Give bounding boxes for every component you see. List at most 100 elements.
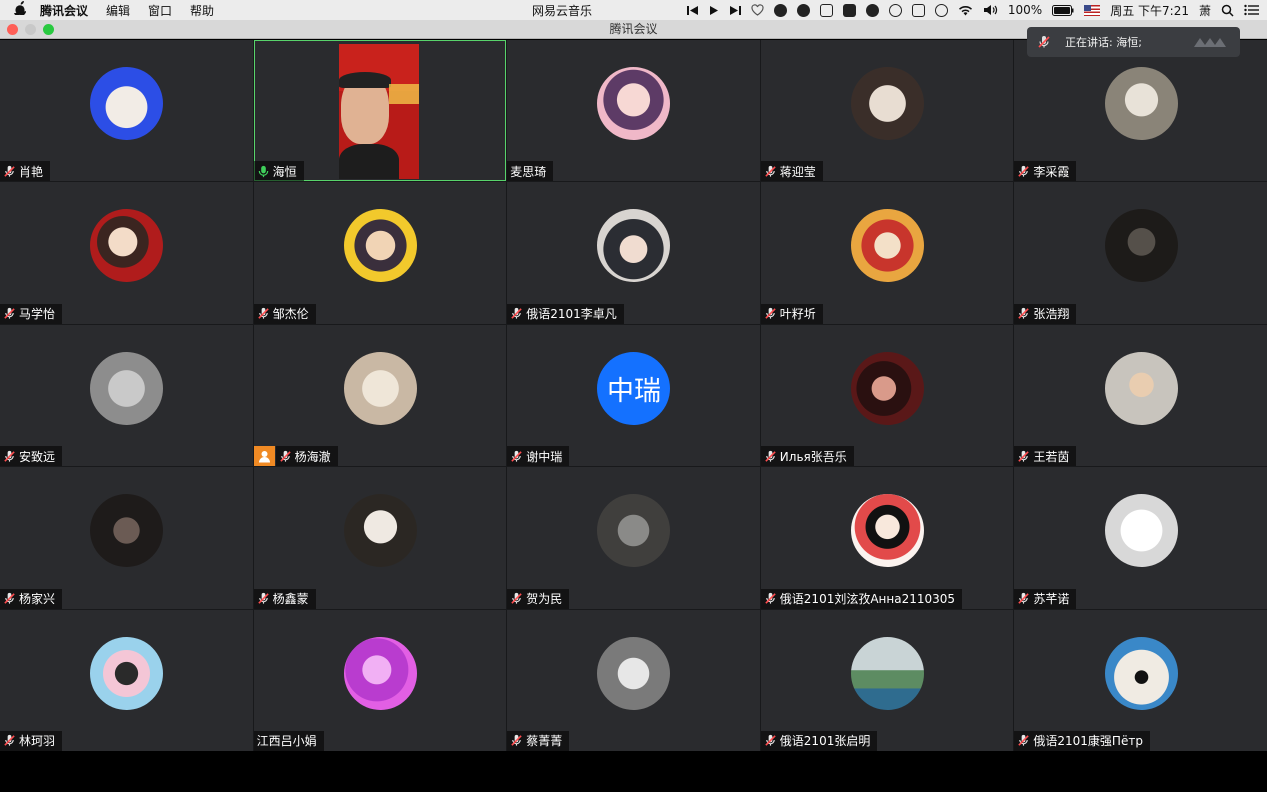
wechat-icon[interactable] bbox=[865, 3, 879, 17]
participant-avatar bbox=[1104, 494, 1178, 568]
participant-video bbox=[338, 44, 419, 179]
menu-help[interactable]: 帮助 bbox=[190, 2, 214, 19]
heart-icon[interactable] bbox=[751, 4, 764, 16]
participant-avatar bbox=[1104, 67, 1178, 140]
fullscreen-window-button[interactable] bbox=[43, 24, 54, 35]
participant-tile[interactable]: 张浩翔 bbox=[1014, 182, 1267, 324]
volume-icon[interactable] bbox=[983, 4, 998, 16]
participant-name: 蔡菁菁 bbox=[526, 734, 563, 749]
participant-name: 林珂羽 bbox=[19, 734, 56, 749]
qq-icon[interactable] bbox=[796, 3, 810, 17]
muted-mic-icon[interactable] bbox=[3, 592, 16, 605]
participant-avatar bbox=[343, 636, 417, 710]
muted-mic-icon[interactable] bbox=[510, 450, 523, 463]
participant-tile[interactable]: 中瑞 谢中瑞 bbox=[507, 324, 760, 467]
participant-name-tag: 肖艳 bbox=[0, 161, 51, 182]
participant-name: 麦思琦 bbox=[510, 164, 547, 179]
muted-mic-icon[interactable] bbox=[1017, 450, 1030, 463]
netease-music-icon[interactable] bbox=[773, 3, 787, 17]
muted-mic-icon[interactable] bbox=[764, 307, 777, 320]
participant-avatar bbox=[1104, 351, 1178, 425]
wifi-icon[interactable] bbox=[958, 4, 973, 16]
mic-on-icon[interactable] bbox=[257, 165, 270, 178]
participant-name: 苏芊诺 bbox=[1033, 592, 1070, 607]
participant-tile[interactable]: 林珂羽 bbox=[0, 609, 253, 751]
participant-tile[interactable]: 杨家兴 bbox=[0, 467, 253, 609]
muted-mic-icon[interactable] bbox=[510, 592, 523, 605]
participant-tile[interactable]: 杨海澈 bbox=[253, 324, 507, 467]
participant-tile[interactable]: 江西吕小娟 bbox=[253, 609, 507, 751]
participant-avatar bbox=[597, 67, 671, 140]
close-window-button[interactable] bbox=[7, 24, 18, 35]
participant-tile[interactable]: 苏芊诺 bbox=[1014, 467, 1267, 609]
muted-mic-icon[interactable] bbox=[510, 734, 523, 747]
participant-tile[interactable]: 李采霞 bbox=[1014, 40, 1267, 182]
minimize-window-button[interactable] bbox=[25, 24, 36, 35]
participant-tile[interactable]: 蔡菁菁 bbox=[507, 609, 760, 751]
input-method[interactable]: 萧 bbox=[1199, 2, 1211, 19]
now-playing-label[interactable]: 网易云音乐 bbox=[532, 2, 592, 19]
muted-mic-icon[interactable] bbox=[1017, 165, 1030, 178]
muted-mic-icon[interactable] bbox=[764, 592, 777, 605]
menu-app-name[interactable]: 腾讯会议 bbox=[40, 2, 88, 19]
clock[interactable]: 周五 下午7:21 bbox=[1110, 2, 1189, 19]
menu-window[interactable]: 窗口 bbox=[148, 2, 172, 19]
window-title: 腾讯会议 bbox=[609, 22, 658, 36]
participant-name-tag: 叶籽圻 bbox=[760, 303, 823, 324]
participant-tile[interactable]: 海恒 bbox=[253, 40, 507, 182]
creative-cloud-icon[interactable] bbox=[888, 3, 902, 17]
participant-name: 贺为民 bbox=[526, 592, 563, 607]
control-center-icon[interactable] bbox=[1244, 4, 1259, 16]
muted-mic-icon[interactable] bbox=[1017, 734, 1030, 747]
previous-track-icon[interactable] bbox=[686, 5, 699, 16]
participant-tile[interactable]: 俄语2101康强Пётр bbox=[1014, 609, 1267, 751]
airplay-icon[interactable] bbox=[911, 3, 925, 17]
participant-name: Илья张吾乐 bbox=[779, 449, 847, 464]
participant-tile[interactable]: 马学怡 bbox=[0, 182, 253, 324]
speaking-text: 正在讲话: 海恒; bbox=[1065, 36, 1142, 49]
participant-name-tag: 苏芊诺 bbox=[1014, 588, 1077, 609]
participant-tile[interactable]: 安致远 bbox=[0, 324, 253, 467]
next-track-icon[interactable] bbox=[729, 5, 741, 16]
participant-name-tag: 李采霞 bbox=[1014, 161, 1077, 182]
participant-tile[interactable]: 肖艳 bbox=[0, 40, 253, 182]
apple-icon[interactable] bbox=[0, 1, 40, 19]
participant-name-tag: 杨鑫蒙 bbox=[253, 588, 316, 609]
participant-tile[interactable]: Илья张吾乐 bbox=[760, 324, 1014, 467]
muted-mic-icon[interactable] bbox=[257, 307, 270, 320]
muted-mic-icon[interactable] bbox=[1017, 592, 1030, 605]
participant-name-tag: 蒋迎莹 bbox=[760, 161, 823, 182]
participant-tile[interactable]: 王若茵 bbox=[1014, 324, 1267, 467]
participant-tile[interactable]: 麦思琦 bbox=[507, 40, 760, 182]
participant-name: 杨家兴 bbox=[19, 592, 56, 607]
muted-mic-icon[interactable] bbox=[257, 592, 270, 605]
participant-tile[interactable]: 俄语2101李卓凡 bbox=[507, 182, 760, 324]
participant-name-tag: 杨海澈 bbox=[275, 446, 338, 467]
participant-tile[interactable]: 叶籽圻 bbox=[760, 182, 1014, 324]
v-app-icon[interactable] bbox=[819, 3, 833, 17]
participant-tile[interactable]: 邹杰伦 bbox=[253, 182, 507, 324]
muted-mic-icon[interactable] bbox=[510, 307, 523, 320]
bluetooth-icon[interactable] bbox=[934, 3, 948, 17]
muted-mic-icon[interactable] bbox=[3, 450, 16, 463]
tray-app-icon[interactable] bbox=[842, 3, 856, 17]
menu-edit[interactable]: 编辑 bbox=[106, 2, 130, 19]
muted-mic-icon[interactable] bbox=[3, 165, 16, 178]
battery-icon[interactable] bbox=[1052, 4, 1074, 16]
search-icon[interactable] bbox=[1221, 4, 1234, 17]
participant-tile[interactable]: 杨鑫蒙 bbox=[253, 467, 507, 609]
muted-mic-icon[interactable] bbox=[1017, 307, 1030, 320]
participant-tile[interactable]: 俄语2101张启明 bbox=[760, 609, 1014, 751]
muted-mic-icon[interactable] bbox=[3, 734, 16, 747]
play-icon[interactable] bbox=[709, 5, 719, 16]
participant-tile[interactable]: 俄语2101刘泫孜Анна2110305 bbox=[760, 467, 1014, 609]
participant-tile[interactable]: 贺为民 bbox=[507, 467, 760, 609]
participant-tile[interactable]: 蒋迎莹 bbox=[760, 40, 1014, 182]
muted-mic-icon[interactable] bbox=[764, 450, 777, 463]
muted-mic-icon[interactable] bbox=[764, 734, 777, 747]
muted-mic-icon[interactable] bbox=[764, 165, 777, 178]
muted-mic-icon[interactable] bbox=[3, 307, 16, 320]
muted-mic-icon[interactable] bbox=[279, 450, 292, 463]
us-flag-icon[interactable] bbox=[1084, 4, 1101, 16]
participant-name-tag: 张浩翔 bbox=[1014, 303, 1077, 324]
